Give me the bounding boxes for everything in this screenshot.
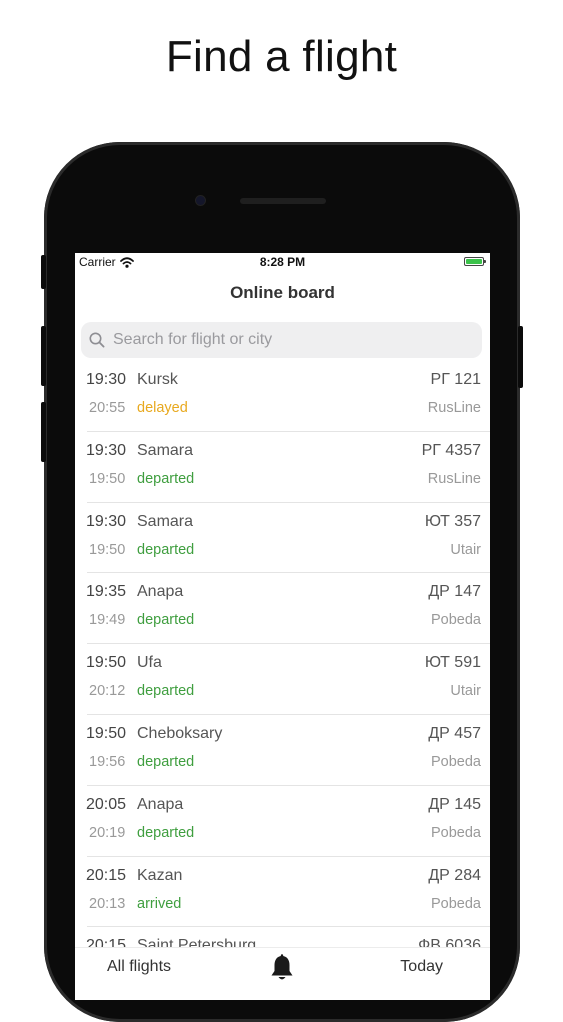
flight-row[interactable]: 19:30 Kursk РГ 121 20:55 delayed RusLine [75, 361, 490, 432]
flight-number: ДР 147 [428, 583, 481, 601]
flight-status: departed [137, 612, 195, 629]
earpiece-speaker [240, 198, 326, 204]
flight-number: РГ 121 [430, 371, 481, 388]
actual-time: 20:13 [89, 895, 126, 912]
tab-today[interactable]: Today [400, 958, 443, 976]
actual-time: 19:50 [89, 470, 126, 487]
actual-time: 20:55 [89, 400, 126, 416]
flight-row[interactable]: 19:30 Samara ЮТ 357 19:50 departed Utair [75, 503, 490, 574]
promo-headline: Find a flight [165, 32, 398, 81]
airline-name: Utair [450, 541, 481, 558]
scheduled-time: 19:30 [86, 441, 127, 459]
airline-name: Pobeda [431, 824, 481, 841]
destination-city: Kazan [137, 866, 183, 884]
scheduled-time: 19:50 [86, 654, 127, 672]
flight-row[interactable]: 20:05 Anapa ДР 145 20:19 departed Pobeda [75, 786, 490, 857]
phone-volume-up [41, 326, 46, 386]
tab-all-flights[interactable]: All flights [107, 958, 171, 976]
airline-name: Utair [450, 683, 481, 700]
actual-time: 20:12 [89, 683, 126, 700]
destination-city: Cheboksary [137, 724, 223, 742]
flight-row[interactable]: 20:15 Kazan ДР 284 20:13 arrived Pobeda [75, 857, 490, 928]
destination-city: Anapa [137, 583, 184, 601]
airline-name: RusLine [427, 470, 481, 487]
phone-volume-down [41, 402, 46, 462]
flight-status: departed [137, 683, 195, 700]
flight-row[interactable]: 19:50 Ufa ЮТ 591 20:12 departed Utair [75, 644, 490, 715]
flight-number: ДР 457 [428, 724, 481, 742]
front-camera [196, 196, 205, 205]
destination-city: Anapa [137, 795, 184, 813]
tab-bar: All flights Today [75, 947, 490, 1000]
flight-number: ДР 145 [428, 795, 481, 813]
scheduled-time: 19:50 [86, 724, 127, 742]
search-input[interactable] [111, 330, 475, 350]
actual-time: 19:56 [89, 753, 126, 770]
nav-title: Online board [230, 283, 335, 302]
actual-time: 20:19 [89, 824, 126, 841]
actual-time: 19:49 [89, 612, 126, 629]
flight-status: departed [137, 541, 195, 558]
flight-number: ЮТ 591 [424, 654, 481, 672]
flight-row[interactable]: 19:50 Cheboksary ДР 457 19:56 departed Pobed… [75, 715, 490, 786]
scheduled-time: 19:35 [86, 583, 127, 601]
battery-icon [464, 257, 486, 266]
flight-status: arrived [137, 895, 182, 912]
phone-power-button [518, 326, 523, 388]
flight-status: departed [137, 470, 195, 487]
flight-status: delayed [137, 400, 188, 416]
status-bar: Carrier 8:28 PM [75, 253, 490, 271]
flight-list: 19:30 Kursk РГ 121 20:55 delayed RusLine 19:… [75, 361, 490, 998]
airline-name: Pobeda [431, 895, 481, 912]
scheduled-time: 19:30 [86, 512, 127, 530]
scheduled-time: 20:05 [86, 795, 127, 813]
destination-city: Kursk [137, 371, 178, 388]
flight-status: departed [137, 824, 195, 841]
flight-row[interactable]: 19:30 Samara РГ 4357 19:50 departed RusLine [75, 432, 490, 503]
flight-row[interactable]: 19:35 Anapa ДР 147 19:49 departed Pobeda [75, 573, 490, 644]
actual-time: 19:50 [89, 541, 126, 558]
search-bar[interactable] [81, 322, 482, 358]
bell-icon[interactable] [269, 954, 295, 982]
destination-city: Ufa [137, 654, 162, 672]
airline-name: Pobeda [431, 612, 481, 629]
airline-name: RusLine [427, 400, 481, 416]
destination-city: Samara [137, 441, 194, 459]
flight-status: departed [137, 753, 195, 770]
flight-number: РГ 4357 [421, 441, 481, 459]
scheduled-time: 19:30 [86, 371, 127, 388]
battery-level [466, 259, 482, 264]
status-time: 8:28 PM [259, 255, 306, 269]
phone-mute-switch [41, 255, 46, 289]
flight-number: ЮТ 357 [424, 512, 481, 530]
scheduled-time: 20:15 [86, 866, 127, 884]
app-screen: Carrier 8:28 PM Online board 19:30 Kursk Р… [75, 253, 490, 1000]
search-icon [89, 332, 105, 348]
airline-name: Pobeda [431, 753, 481, 770]
flight-number: ДР 284 [428, 866, 481, 884]
destination-city: Samara [137, 512, 194, 530]
